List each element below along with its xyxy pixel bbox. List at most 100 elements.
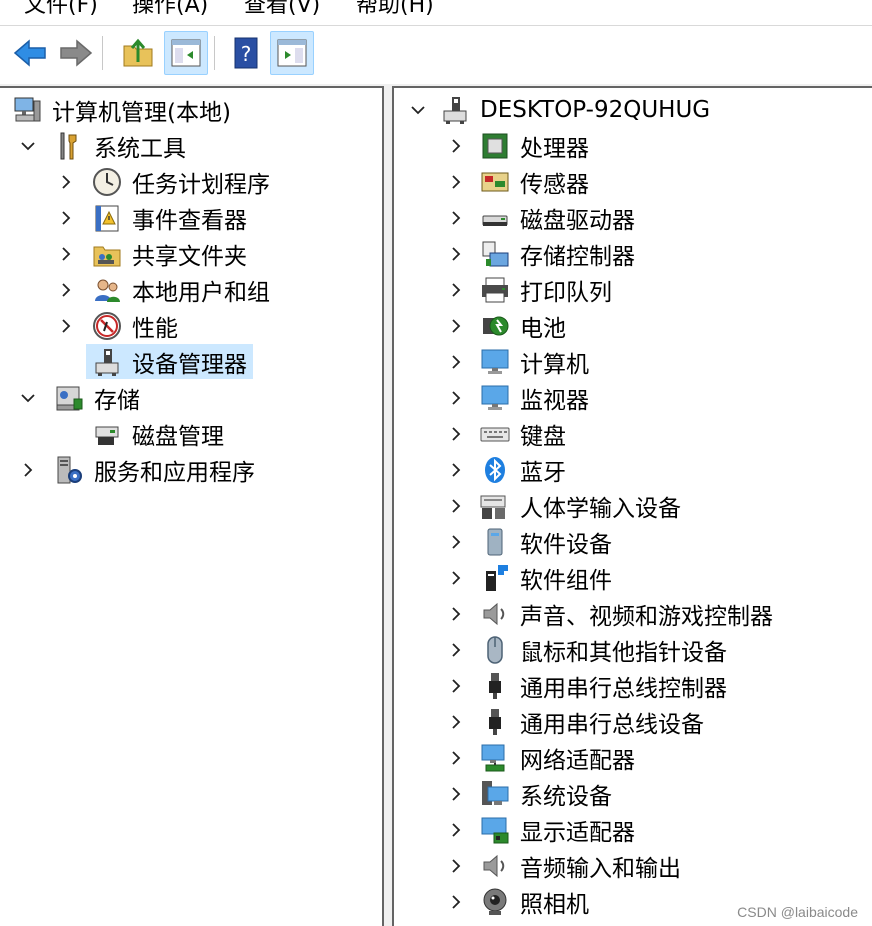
device-category-item[interactable]: 音频输入和输出 xyxy=(446,849,681,883)
device-category-label: 键盘 xyxy=(520,424,566,450)
tree-item-computer-management[interactable]: 计算机管理(本地) xyxy=(10,93,231,127)
device-category-item[interactable]: 计算机 xyxy=(446,345,589,379)
chevron-right-icon[interactable] xyxy=(446,316,466,336)
tree-item-system-tools[interactable]: 系统工具 xyxy=(18,129,186,163)
chevron-right-icon[interactable] xyxy=(446,532,466,552)
chevron-right-icon[interactable] xyxy=(56,316,76,336)
show-hide-console-tree-button[interactable] xyxy=(164,31,208,75)
menu-action[interactable]: 操作(A) xyxy=(132,0,208,22)
device-category-item[interactable]: 声音、视频和游戏控制器 xyxy=(446,597,773,631)
device-root[interactable]: DESKTOP-92QUHUG xyxy=(408,93,710,127)
device-category-label: 磁盘驱动器 xyxy=(520,208,635,234)
chevron-right-icon[interactable] xyxy=(446,424,466,444)
device-category-item[interactable]: 处理器 xyxy=(446,129,589,163)
chevron-right-icon[interactable] xyxy=(446,352,466,372)
chevron-right-icon[interactable] xyxy=(446,460,466,480)
chevron-down-icon[interactable] xyxy=(18,136,38,156)
computer-management-icon xyxy=(10,93,44,127)
storage-controller-icon xyxy=(478,237,512,271)
tree-label: 共享文件夹 xyxy=(132,244,247,270)
software-device-icon xyxy=(478,525,512,559)
tree-item-disk-management[interactable]: 磁盘管理 xyxy=(86,417,224,451)
chevron-right-icon[interactable] xyxy=(446,136,466,156)
device-category-item[interactable]: 人体学输入设备 xyxy=(446,489,681,523)
tree-item-storage[interactable]: 存储 xyxy=(18,381,140,415)
chevron-right-icon[interactable] xyxy=(446,748,466,768)
usb-device-icon xyxy=(478,705,512,739)
back-button[interactable] xyxy=(8,31,52,75)
chevron-right-icon[interactable] xyxy=(56,244,76,264)
tree-item-local-users-groups[interactable]: 本地用户和组 xyxy=(56,273,270,307)
chevron-right-icon[interactable] xyxy=(446,388,466,408)
device-manager-icon xyxy=(90,345,124,379)
splitter[interactable] xyxy=(384,86,392,926)
chevron-right-icon[interactable] xyxy=(446,280,466,300)
device-category-label: 音频输入和输出 xyxy=(520,856,681,882)
menu-help[interactable]: 帮助(H) xyxy=(356,0,434,22)
chevron-right-icon[interactable] xyxy=(446,856,466,876)
device-category-item[interactable]: 蓝牙 xyxy=(446,453,566,487)
tools-icon xyxy=(52,129,86,163)
chevron-right-icon[interactable] xyxy=(446,892,466,912)
disk-drive-icon xyxy=(478,201,512,235)
chevron-right-icon[interactable] xyxy=(446,820,466,840)
chevron-right-icon[interactable] xyxy=(56,208,76,228)
device-category-item[interactable]: 监视器 xyxy=(446,381,589,415)
chevron-right-icon[interactable] xyxy=(56,280,76,300)
chevron-down-icon[interactable] xyxy=(18,388,38,408)
tree-item-task-scheduler[interactable]: 任务计划程序 xyxy=(56,165,270,199)
device-category-item[interactable]: 通用串行总线设备 xyxy=(446,705,704,739)
menu-view[interactable]: 查看(V) xyxy=(244,0,320,22)
device-category-item[interactable]: 打印队列 xyxy=(446,273,612,307)
clock-icon xyxy=(90,165,124,199)
back-arrow-icon xyxy=(13,39,46,67)
device-category-item[interactable]: 系统设备 xyxy=(446,777,612,811)
device-category-item[interactable]: 软件设备 xyxy=(446,525,612,559)
forward-button[interactable] xyxy=(54,31,98,75)
chevron-right-icon[interactable] xyxy=(446,568,466,588)
device-category-label: 通用串行总线设备 xyxy=(520,712,704,738)
chevron-right-icon[interactable] xyxy=(446,676,466,696)
toolbar-separator xyxy=(102,36,103,70)
menu-file[interactable]: 文件(F) xyxy=(24,0,98,22)
device-category-item[interactable]: 电池 xyxy=(446,309,566,343)
device-category-label: 软件组件 xyxy=(520,568,612,594)
tree-item-device-manager[interactable]: 设备管理器 xyxy=(86,344,253,379)
device-category-item[interactable]: 照相机 xyxy=(446,885,589,919)
console-tree-pane[interactable]: 计算机管理(本地) 系统工具 任务计划程序 事件查看器 共享文件夹 本地用户和组… xyxy=(0,86,384,926)
tree-label: 事件查看器 xyxy=(132,208,247,234)
console-tree-icon xyxy=(171,39,201,67)
chevron-down-icon[interactable] xyxy=(408,100,428,120)
device-tree-pane[interactable]: DESKTOP-92QUHUG 处理器 传感器磁盘驱动器存储控制器 打印队列 电池 计算… xyxy=(392,86,872,926)
tree-item-shared-folders[interactable]: 共享文件夹 xyxy=(56,237,247,271)
device-category-item[interactable]: 网络适配器 xyxy=(446,741,635,775)
show-hide-action-pane-button[interactable] xyxy=(270,31,314,75)
chevron-right-icon[interactable] xyxy=(446,640,466,660)
sensor-icon xyxy=(478,165,512,199)
device-category-item[interactable]: 软件组件 xyxy=(446,561,612,595)
device-category-item[interactable]: 键盘 xyxy=(446,417,566,451)
tree-item-event-viewer[interactable]: 事件查看器 xyxy=(56,201,247,235)
chevron-right-icon[interactable] xyxy=(446,496,466,516)
device-category-item[interactable]: 磁盘驱动器 xyxy=(446,201,635,235)
chevron-right-icon[interactable] xyxy=(446,208,466,228)
device-category-item[interactable]: 鼠标和其他指针设备 xyxy=(446,633,727,667)
help-button[interactable]: ? xyxy=(224,31,268,75)
device-category-item[interactable]: 存储控制器 xyxy=(446,237,635,271)
device-category-item[interactable]: 显示适配器 xyxy=(446,813,635,847)
chevron-right-icon[interactable] xyxy=(18,460,38,480)
chevron-right-icon[interactable] xyxy=(446,604,466,624)
chevron-right-icon[interactable] xyxy=(446,712,466,732)
chevron-right-icon[interactable] xyxy=(446,172,466,192)
device-category-item[interactable]: 传感器 xyxy=(446,165,589,199)
chevron-right-icon[interactable] xyxy=(446,784,466,804)
device-category-label: 通用串行总线控制器 xyxy=(520,676,727,702)
device-category-item[interactable]: 通用串行总线控制器 xyxy=(446,669,727,703)
tree-item-services-applications[interactable]: 服务和应用程序 xyxy=(18,453,255,487)
chevron-right-icon[interactable] xyxy=(56,172,76,192)
up-level-button[interactable] xyxy=(116,31,160,75)
tree-label: 存储 xyxy=(94,388,140,414)
menu-bar: 文件(F) 操作(A) 查看(V) 帮助(H) xyxy=(0,0,872,26)
tree-item-performance[interactable]: 性能 xyxy=(56,309,178,343)
chevron-right-icon[interactable] xyxy=(446,244,466,264)
